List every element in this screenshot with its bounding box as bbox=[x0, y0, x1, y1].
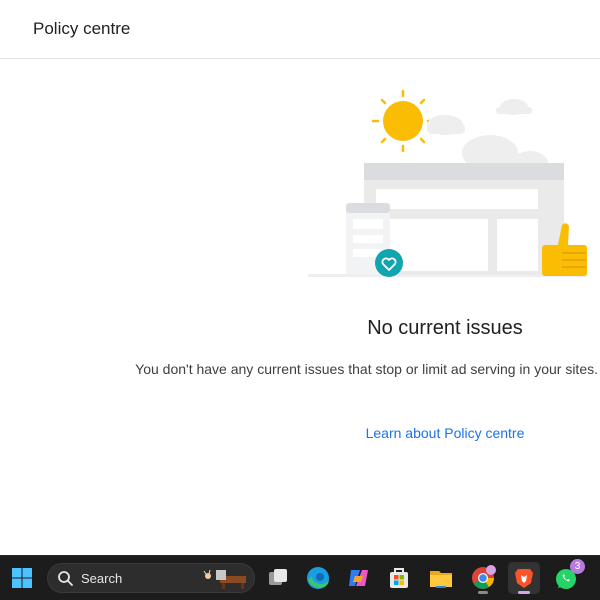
windows-start-icon bbox=[12, 568, 32, 588]
task-view-button[interactable] bbox=[262, 562, 294, 594]
sun-icon bbox=[371, 89, 435, 153]
brave-icon bbox=[515, 569, 533, 588]
edge-icon bbox=[307, 567, 329, 589]
search-highlight-icon bbox=[203, 569, 246, 589]
start-button[interactable] bbox=[6, 562, 38, 594]
taskbar-search[interactable]: Search bbox=[47, 563, 255, 593]
file-explorer-icon bbox=[430, 571, 452, 588]
search-label: Search bbox=[81, 571, 123, 586]
heart-icon bbox=[375, 249, 403, 277]
page-header: Policy centre bbox=[0, 0, 600, 59]
whatsapp-unread-badge: 3 bbox=[570, 559, 585, 574]
brave-button[interactable] bbox=[508, 562, 540, 594]
store-button[interactable] bbox=[383, 562, 415, 594]
brave-active-indicator bbox=[518, 591, 530, 594]
store-icon bbox=[390, 568, 408, 588]
page-title: Policy centre bbox=[33, 19, 131, 38]
no-issues-illustration bbox=[308, 89, 588, 277]
windows-taskbar: Search 3 bbox=[0, 555, 600, 600]
chrome-button[interactable] bbox=[467, 562, 499, 594]
no-issues-description: You don't have any current issues that s… bbox=[135, 361, 598, 377]
copilot-icon bbox=[349, 570, 368, 586]
chrome-running-indicator bbox=[478, 591, 488, 594]
search-icon bbox=[58, 571, 73, 586]
learn-about-policy-centre-link[interactable]: Learn about Policy centre bbox=[290, 425, 600, 441]
edge-button[interactable] bbox=[302, 562, 334, 594]
file-explorer-button[interactable] bbox=[425, 562, 457, 594]
copilot-button[interactable] bbox=[342, 562, 374, 594]
whatsapp-button[interactable]: 3 bbox=[551, 559, 585, 594]
no-issues-heading: No current issues bbox=[367, 317, 523, 339]
chrome-icon bbox=[472, 565, 496, 589]
task-view-icon bbox=[269, 569, 287, 585]
